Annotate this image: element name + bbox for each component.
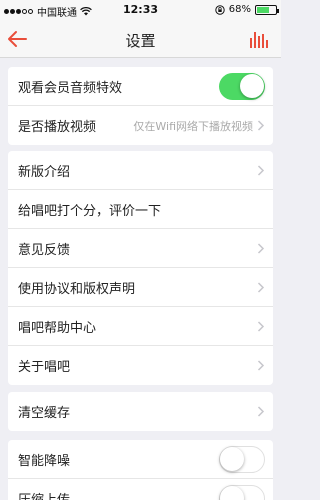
navigation-bar: 设置 xyxy=(0,20,281,58)
row-label: 给唱吧打个分，评价一下 xyxy=(18,203,162,219)
noise-reduction-row: 智能降噪 xyxy=(8,440,273,479)
row-label: 关于唱吧 xyxy=(18,360,71,375)
chevron-right-icon xyxy=(257,243,265,254)
status-right: 68% xyxy=(215,4,279,15)
row-label: 使用协议和版权声明 xyxy=(18,281,136,297)
toggle-knob xyxy=(240,74,264,98)
row-label: 观看会员音频特效 xyxy=(18,80,123,96)
battery-level xyxy=(257,6,270,13)
settings-group-playback: 观看会员音频特效 是否播放视频 仅在Wifi网络下播放视频 xyxy=(8,67,273,145)
toggle-knob xyxy=(220,447,244,471)
compress-upload-row: 压缩上传 xyxy=(8,479,273,500)
about-row[interactable]: 关于唱吧 xyxy=(8,346,273,385)
audio-bars-icon[interactable] xyxy=(249,29,269,49)
rate-app-row[interactable]: 给唱吧打个分，评价一下 xyxy=(8,190,273,229)
chevron-right-icon xyxy=(257,406,265,417)
settings-group-audio: 智能降噪 压缩上传 xyxy=(8,440,273,500)
member-audio-effect-toggle[interactable] xyxy=(219,73,265,100)
noise-reduction-toggle[interactable] xyxy=(219,446,265,473)
settings-group-about: 新版介绍 给唱吧打个分，评价一下 意见反馈 使用协议和版权声明 唱吧帮助中心 关… xyxy=(8,151,273,385)
status-bar: 中国联通 12:33 68% xyxy=(0,0,281,20)
terms-row[interactable]: 使用协议和版权声明 xyxy=(8,268,273,307)
feedback-row[interactable]: 意见反馈 xyxy=(8,229,273,268)
row-label: 意见反馈 xyxy=(18,242,71,258)
orientation-lock-icon xyxy=(215,4,225,15)
battery-icon xyxy=(255,4,279,15)
row-label: 新版介绍 xyxy=(18,164,71,180)
chevron-right-icon xyxy=(257,282,265,293)
chevron-right-icon xyxy=(257,360,265,371)
play-video-row[interactable]: 是否播放视频 仅在Wifi网络下播放视频 xyxy=(8,106,273,145)
whats-new-row[interactable]: 新版介绍 xyxy=(8,151,273,190)
clear-cache-row[interactable]: 清空缓存 xyxy=(8,392,273,431)
help-center-row[interactable]: 唱吧帮助中心 xyxy=(8,307,273,346)
toggle-knob xyxy=(220,486,244,500)
member-audio-effect-row: 观看会员音频特效 xyxy=(8,67,273,106)
chevron-right-icon xyxy=(257,321,265,332)
compress-upload-toggle[interactable] xyxy=(219,485,265,500)
row-label: 唱吧帮助中心 xyxy=(18,320,97,336)
chevron-right-icon xyxy=(257,120,265,131)
row-label: 智能降噪 xyxy=(18,453,71,469)
battery-percent: 68% xyxy=(228,4,251,15)
page-title: 设置 xyxy=(125,32,156,50)
row-label: 压缩上传 xyxy=(18,489,70,500)
row-label: 清空缓存 xyxy=(18,406,71,421)
settings-group-cache: 清空缓存 xyxy=(8,392,273,431)
row-label: 是否播放视频 xyxy=(18,120,97,135)
chevron-right-icon xyxy=(257,165,265,176)
row-value: 仅在Wifi网络下播放视频 xyxy=(133,119,253,133)
